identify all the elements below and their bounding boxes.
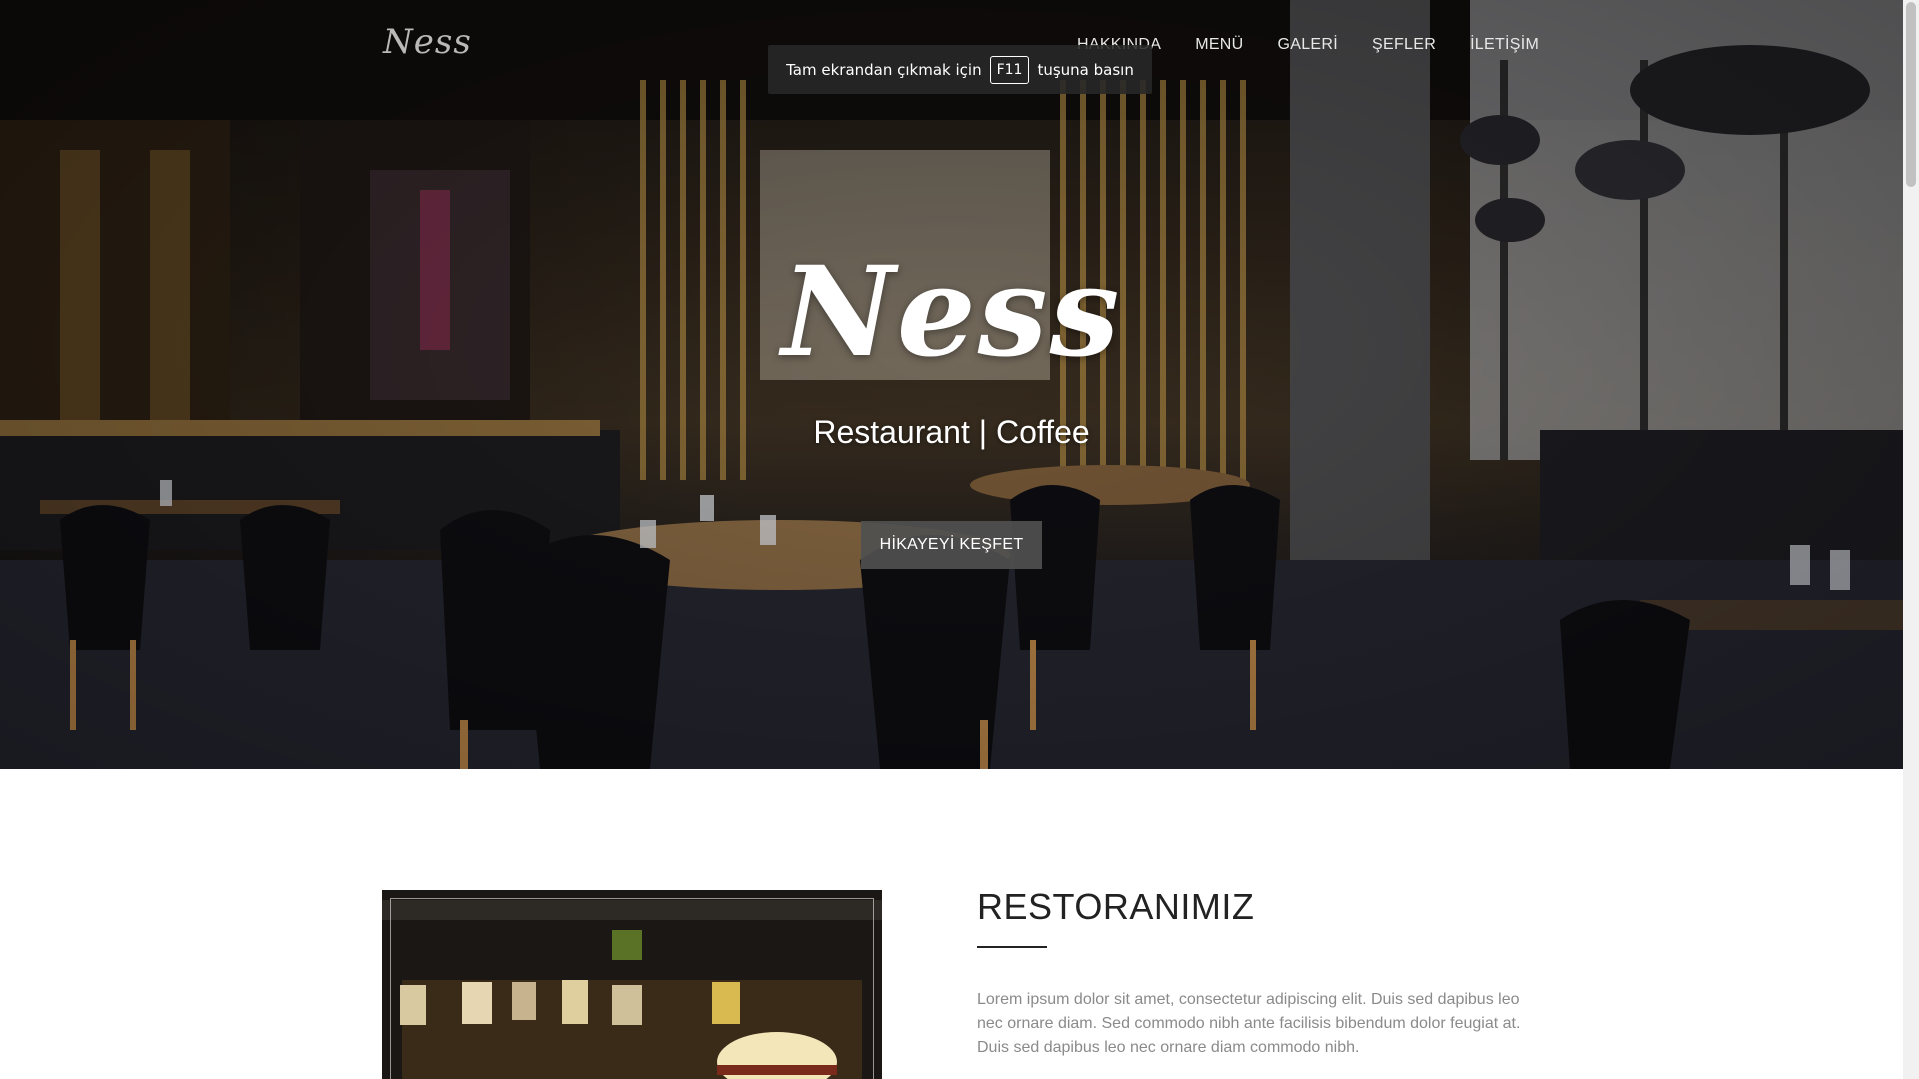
brand-logo[interactable]: Ness <box>383 22 472 62</box>
fullscreen-notice-prefix: Tam ekrandan çıkmak için <box>786 60 982 79</box>
hero-section: Ness HAKKINDA MENÜ GALERİ ŞEFLER İLETİŞİ… <box>0 0 1903 769</box>
restaurant-interior-image <box>382 890 882 1079</box>
hero-subtitle: Restaurant | Coffee <box>813 414 1090 450</box>
page-scrollbar[interactable] <box>1903 0 1919 1079</box>
heading-underline <box>977 946 1047 948</box>
hero-title: Ness <box>781 240 1122 385</box>
nav-item-sefler[interactable]: ŞEFLER <box>1372 36 1436 54</box>
nav-item-iletisim[interactable]: İLETİŞİM <box>1470 36 1539 54</box>
about-heading: RESTORANIMIZ <box>977 886 1255 927</box>
fullscreen-notice-suffix: tuşuna basın <box>1037 60 1134 79</box>
f11-key-badge: F11 <box>989 55 1030 84</box>
image-frame <box>390 898 874 1079</box>
discover-story-button[interactable]: HİKAYEYİ KEŞFET <box>861 521 1042 569</box>
about-paragraph: Lorem ipsum dolor sit amet, consectetur … <box>977 991 1521 1056</box>
nav-item-menu[interactable]: MENÜ <box>1195 36 1243 54</box>
fullscreen-exit-notice: Tam ekrandan çıkmak için F11 tuşuna bası… <box>768 45 1152 94</box>
nav-item-galeri[interactable]: GALERİ <box>1278 36 1339 54</box>
scrollbar-thumb[interactable] <box>1906 2 1916 187</box>
